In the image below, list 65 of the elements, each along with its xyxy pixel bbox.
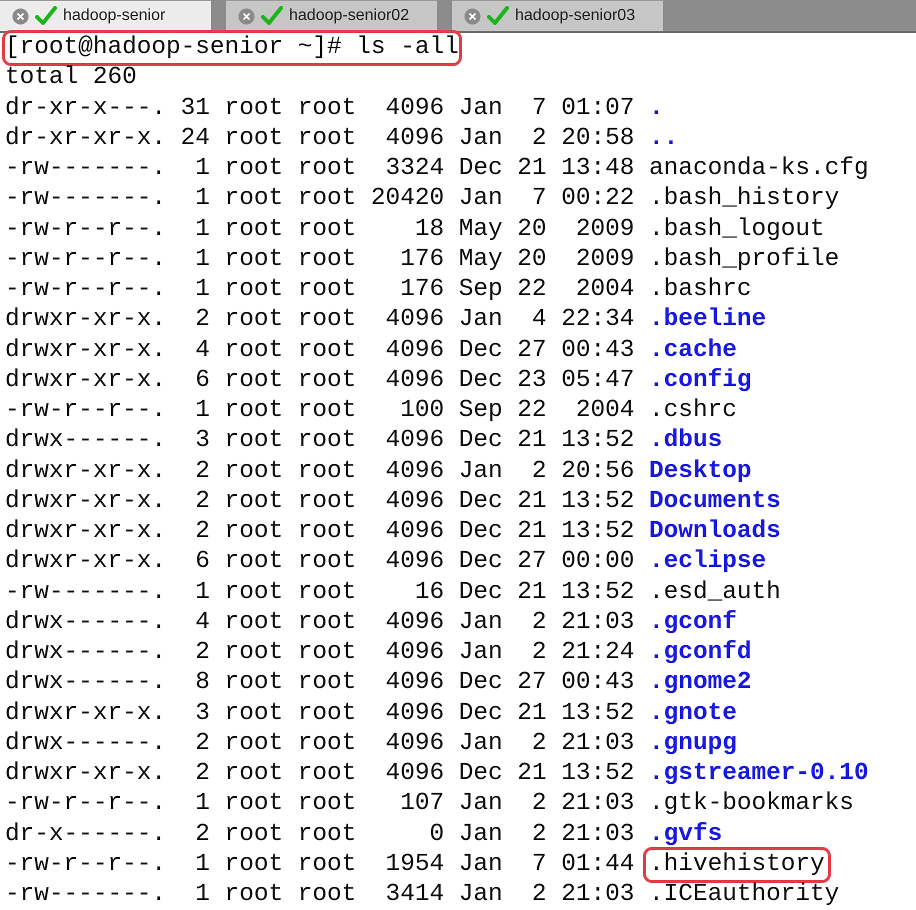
- file-info: -rw-r--r--. 1 root root 176 May 20 2009: [5, 244, 636, 275]
- file-info: drwxr-xr-x. 6 root root 4096 Dec 27 00:00: [5, 547, 636, 578]
- file-name: .hivehistory: [646, 850, 828, 880]
- directory-name: .gnote: [648, 698, 738, 728]
- directory-name: .eclipse: [648, 547, 768, 578]
- file-info: drwx------. 8 root root 4096 Dec 27 00:43: [5, 668, 636, 698]
- file-info: dr-xr-xr-x. 24 root root 4096 Jan 2 20:58: [5, 124, 636, 154]
- check-icon: [487, 6, 509, 26]
- close-icon[interactable]: [12, 8, 29, 24]
- total-line: total 260: [5, 63, 137, 94]
- directory-name: .gconfd: [648, 638, 752, 668]
- file-name: .bash_profile: [648, 244, 840, 275]
- directory-name: .dbus: [648, 426, 724, 456]
- close-icon[interactable]: [238, 8, 255, 24]
- file-info: -rw-------. 1 root root 3324 Dec 21 13:48: [5, 154, 636, 184]
- file-info: drwxr-xr-x. 4 root root 4096 Dec 27 00:43: [5, 336, 636, 366]
- terminal-tab[interactable]: hadoop-senior: [0, 0, 212, 31]
- directory-name: .gstreamer-0.10: [648, 759, 870, 789]
- file-info: -rw-r--r--. 1 root root 1954 Jan 7 01:44: [5, 850, 636, 880]
- directory-name: .cache: [648, 336, 738, 366]
- file-info: -rw-r--r--. 1 root root 176 Sep 22 2004: [5, 275, 636, 305]
- file-info: -rw-r--r--. 1 root root 18 May 20 2009: [5, 214, 636, 244]
- file-info: -rw-r--r--. 1 root root 107 Jan 2 21:03: [5, 789, 636, 820]
- file-info: dr-xr-x---. 31 root root 4096 Jan 7 01:07: [5, 94, 636, 124]
- file-name: .esd_auth: [648, 578, 782, 608]
- directory-name: .gnupg: [648, 728, 738, 759]
- file-info: -rw-------. 1 root root 16 Dec 21 13:52: [5, 578, 636, 608]
- file-info: drwxr-xr-x. 6 root root 4096 Dec 23 05:47: [5, 366, 636, 396]
- file-info: drwx------. 2 root root 4096 Jan 2 21:24: [5, 638, 636, 668]
- file-info: drwxr-xr-x. 3 root root 4096 Dec 21 13:52: [5, 698, 636, 728]
- file-info: dr-x------. 2 root root 0 Jan 2 21:03: [5, 820, 636, 850]
- file-name: .bashrc: [648, 275, 752, 305]
- file-info: -rw-------. 1 root root 3414 Jan 2 21:03: [5, 880, 636, 910]
- file-info: -rw-------. 1 root root 20420 Jan 7 00:22: [5, 184, 636, 214]
- file-info: -rw-r--r--. 1 root root 100 Sep 22 2004: [5, 396, 636, 426]
- directory-name: Documents: [648, 486, 782, 517]
- file-info: drwxr-xr-x. 2 root root 4096 Dec 21 13:52: [5, 517, 636, 547]
- close-icon[interactable]: [464, 8, 481, 24]
- file-name: .cshrc: [648, 396, 738, 426]
- terminal-tab[interactable]: hadoop-senior02: [226, 0, 438, 31]
- file-info: drwxr-xr-x. 2 root root 4096 Jan 2 20:56: [5, 456, 636, 486]
- directory-name: .gnome2: [648, 668, 752, 698]
- directory-name: .beeline: [648, 305, 768, 336]
- directory-name: .gvfs: [648, 820, 724, 850]
- command-prompt: [root@hadoop-senior ~]# ls -all: [5, 33, 459, 64]
- file-info: drwx------. 4 root root 4096 Jan 2 21:03: [5, 608, 636, 638]
- directory-name: .: [648, 94, 665, 124]
- check-icon: [35, 6, 57, 26]
- file-info: drwx------. 2 root root 4096 Jan 2 21:03: [5, 728, 636, 759]
- directory-name: Desktop: [648, 456, 752, 486]
- file-name: .bash_logout: [648, 214, 826, 244]
- file-name: anaconda-ks.cfg: [648, 154, 870, 184]
- file-name: .gtk-bookmarks: [648, 789, 855, 820]
- file-info: drwx------. 3 root root 4096 Dec 21 13:52: [5, 426, 636, 456]
- terminal-tab[interactable]: hadoop-senior03: [452, 0, 664, 31]
- file-info: drwxr-xr-x. 2 root root 4096 Dec 21 13:52: [5, 759, 636, 789]
- directory-name: .gconf: [648, 608, 738, 638]
- file-info: drwxr-xr-x. 2 root root 4096 Dec 21 13:52: [5, 486, 636, 517]
- file-name: .ICEauthority: [648, 880, 840, 910]
- check-icon: [261, 6, 283, 26]
- directory-name: .config: [648, 366, 752, 396]
- directory-name: ..: [648, 124, 680, 154]
- directory-name: Downloads: [648, 517, 782, 547]
- file-name: .bash_history: [648, 184, 840, 214]
- file-info: drwxr-xr-x. 2 root root 4096 Jan 4 22:34: [5, 305, 636, 336]
